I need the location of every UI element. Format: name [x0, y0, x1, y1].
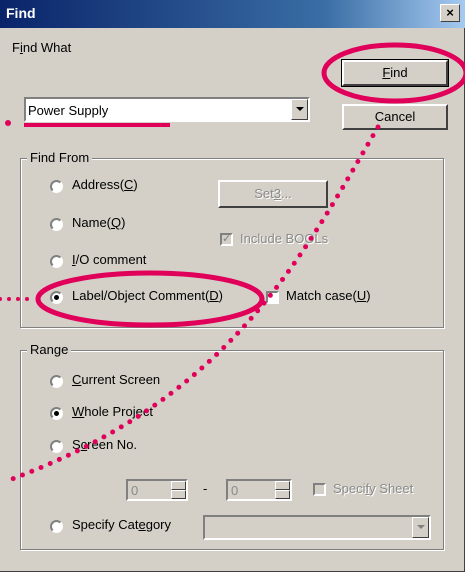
find-what-label: Find What [12, 40, 72, 55]
screen-no-label: Screen No. [72, 437, 138, 452]
radio-label-object-comment[interactable] [50, 291, 63, 304]
match-case-label: Match case(U) [286, 288, 371, 303]
io-comment-label: I/O comment [72, 252, 147, 267]
set3-button[interactable]: Set3... [218, 180, 328, 208]
title-bar[interactable]: Find × [0, 0, 465, 28]
radio-io-comment[interactable] [50, 255, 63, 268]
cancel-button[interactable]: Cancel [342, 104, 448, 130]
spin-up-icon[interactable] [275, 481, 290, 490]
radio-current-screen[interactable] [50, 375, 63, 388]
range-separator: - [203, 481, 208, 496]
current-screen-label: Current Screen [72, 372, 161, 387]
match-case-checkbox[interactable] [266, 291, 279, 304]
screen-to-value: 0 [231, 483, 239, 498]
find-button[interactable]: Find [341, 59, 449, 87]
include-bools-label: Include BOOLs [240, 231, 329, 246]
screen-from-value: 0 [131, 483, 139, 498]
find-what-combobox[interactable]: Power Supply [24, 97, 310, 122]
spin-down-icon[interactable] [171, 490, 186, 499]
find-what-value: Power Supply [28, 103, 109, 118]
specify-sheet-label: Specify Sheet [333, 481, 414, 496]
radio-name[interactable] [50, 218, 63, 231]
find-from-title: Find From [27, 150, 93, 165]
dropdown-arrow-icon[interactable] [291, 99, 308, 120]
include-bools-checkbox[interactable]: ✓ [220, 233, 233, 246]
radio-screen-no[interactable] [50, 440, 63, 453]
radio-address[interactable] [50, 180, 63, 193]
find-dialog: Find × Find What Power Supply Find Cance… [0, 0, 465, 572]
spin-down-icon[interactable] [275, 490, 290, 499]
dropdown-arrow-icon[interactable] [412, 517, 429, 538]
name-label: Name(Q) [72, 215, 126, 230]
address-label: Address(C) [72, 177, 138, 192]
whole-project-label: Whole Project [72, 404, 153, 419]
category-combobox[interactable] [203, 515, 431, 540]
range-title: Range [27, 342, 72, 357]
screen-to-spinner[interactable]: 0 [226, 479, 292, 501]
spin-up-icon[interactable] [171, 481, 186, 490]
screen-from-spinner[interactable]: 0 [126, 479, 188, 501]
label-object-comment-label: Label/Object Comment(D) [72, 288, 224, 303]
close-button[interactable]: × [440, 4, 460, 22]
window-title: Find [6, 5, 36, 21]
radio-whole-project[interactable] [50, 407, 63, 420]
specify-sheet-checkbox[interactable] [313, 483, 326, 496]
specify-category-label: Specify Category [72, 517, 172, 532]
radio-specify-category[interactable] [50, 520, 63, 533]
